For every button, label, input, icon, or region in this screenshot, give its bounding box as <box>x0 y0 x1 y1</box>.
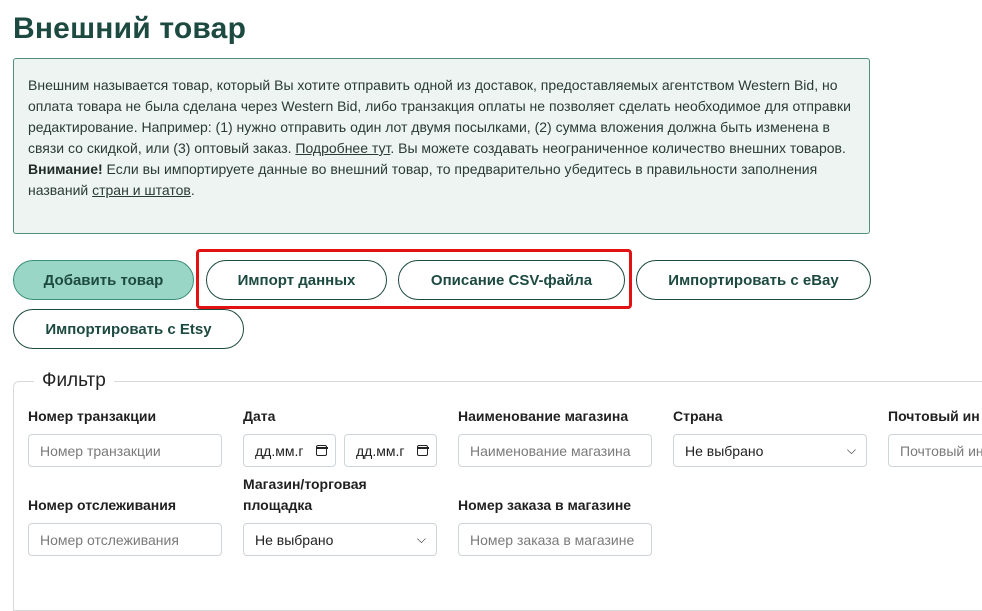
info-box: Внешним называется товар, который Вы хот… <box>13 58 870 234</box>
warning-label: Внимание! <box>28 161 103 177</box>
date-to-value: дд.мм.г <box>356 442 405 459</box>
info-description-tail: . Вы можете создавать неограниченное кол… <box>390 140 846 156</box>
country-select[interactable]: Не выбрано ⌵ <box>673 434 867 467</box>
add-item-button[interactable]: Добавить товар <box>13 260 194 300</box>
chevron-down-icon: ⌵ <box>416 532 426 546</box>
info-description: Внешним называется товар, который Вы хот… <box>28 75 853 159</box>
postal-label: Почтовый ин <box>888 408 980 424</box>
marketplace-value: Не выбрано <box>255 531 334 548</box>
country-value: Не выбрано <box>685 442 764 459</box>
transaction-label: Номер транзакции <box>28 408 157 424</box>
marketplace-label-line1: Магазин/торговая <box>243 476 367 492</box>
info-warning: Внимание! Если вы импортируете данные во… <box>28 159 853 201</box>
filter-legend: Фильтр <box>34 370 114 392</box>
calendar-icon[interactable] <box>416 445 429 456</box>
more-info-link[interactable]: Подробнее тут <box>295 140 390 156</box>
page-title: Внешний товар <box>13 12 247 45</box>
calendar-icon[interactable] <box>315 445 328 456</box>
date-from-value: дд.мм.г <box>255 442 304 459</box>
highlight-annotation <box>196 249 632 309</box>
chevron-down-icon: ⌵ <box>846 443 856 457</box>
warning-tail: . <box>190 182 195 198</box>
store-name-input[interactable]: Наименование магазина <box>458 434 652 467</box>
date-label: Дата <box>243 408 276 424</box>
countries-states-link[interactable]: стран и штатов <box>92 182 191 198</box>
tracking-input[interactable]: Номер отслеживания <box>28 523 222 556</box>
marketplace-label-line2: площадка <box>243 497 313 513</box>
transaction-input[interactable]: Номер транзакции <box>28 434 222 467</box>
postal-input[interactable]: Почтовый ин <box>888 434 982 467</box>
order-number-input[interactable]: Номер заказа в магазине <box>458 523 652 556</box>
import-etsy-button[interactable]: Импортировать с Etsy <box>13 309 244 349</box>
country-label: Страна <box>673 408 723 424</box>
import-ebay-button[interactable]: Импортировать с eBay <box>636 260 871 300</box>
tracking-label: Номер отслеживания <box>28 497 177 513</box>
date-to-input[interactable]: дд.мм.г <box>344 434 437 467</box>
order-number-label: Номер заказа в магазине <box>458 497 632 513</box>
marketplace-select[interactable]: Не выбрано ⌵ <box>243 523 437 556</box>
date-from-input[interactable]: дд.мм.г <box>243 434 336 467</box>
store-name-label: Наименование магазина <box>458 408 629 424</box>
